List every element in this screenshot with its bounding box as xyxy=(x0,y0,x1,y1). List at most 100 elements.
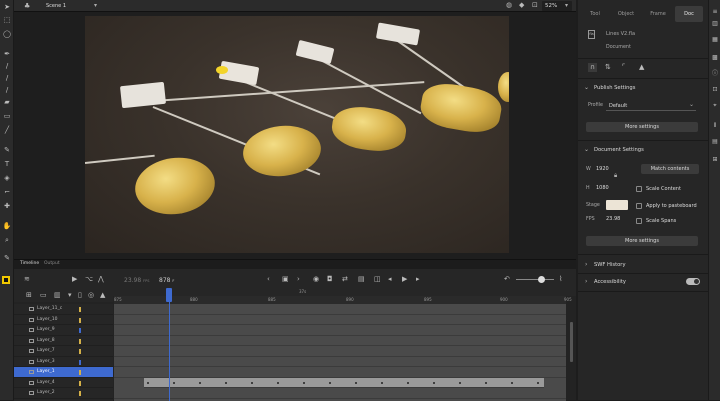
scale-spans-checkbox[interactable] xyxy=(636,218,642,224)
info-panel-icon[interactable]: ⓘ xyxy=(711,70,719,78)
paint-bucket-tool-icon[interactable]: ◈ xyxy=(2,174,12,183)
keyframe-marker[interactable] xyxy=(407,381,409,384)
layer-name[interactable]: Layer_2 xyxy=(37,388,55,398)
align-panel-icon[interactable]: ⫴ xyxy=(711,122,719,130)
hand-tool-icon[interactable]: ✋ xyxy=(2,222,12,231)
layer-name[interactable]: Layer_9 xyxy=(37,325,55,335)
selection-tool-icon[interactable]: ➤ xyxy=(2,3,12,12)
publish-more-settings-button[interactable]: More settings xyxy=(586,122,698,132)
outline-icon[interactable]: ▯ xyxy=(78,291,82,300)
frame-row[interactable] xyxy=(114,325,566,336)
subselection-tool-icon[interactable]: ⬚ xyxy=(2,16,12,25)
keyframe-marker[interactable] xyxy=(329,381,331,384)
bone-tool-icon[interactable]: ✚ xyxy=(2,202,12,211)
keyframe-marker[interactable] xyxy=(303,381,305,384)
frame-size-slider-handle[interactable] xyxy=(538,276,545,283)
accessibility-toggle[interactable] xyxy=(686,278,700,285)
layer-color-swatch[interactable] xyxy=(79,349,81,354)
transform-panel-icon[interactable]: ⊡ xyxy=(711,86,719,94)
zoom-tool-icon[interactable]: ⌕ xyxy=(2,236,12,245)
tab-doc[interactable]: Doc xyxy=(675,6,703,22)
layer-color-swatch[interactable] xyxy=(79,370,81,375)
timeline-scrollbar[interactable] xyxy=(570,322,573,362)
onion-skin-icon[interactable]: ◉ xyxy=(313,275,319,284)
tab-tool[interactable]: Tool xyxy=(580,6,610,22)
play-icon[interactable]: ▶ xyxy=(402,275,407,284)
frame-row[interactable] xyxy=(114,357,566,367)
fps-value-field[interactable]: 23.98 xyxy=(606,216,620,222)
layer-row[interactable]: Layer_1 xyxy=(14,367,113,378)
layer-row[interactable]: Layer_10 xyxy=(14,315,113,325)
visibility-icon[interactable]: ◎ xyxy=(88,291,94,300)
keyframe-marker[interactable] xyxy=(485,381,487,384)
eyedropper-tool-icon[interactable]: ⌐ xyxy=(2,188,12,197)
pen-tool-icon[interactable]: ✒ xyxy=(2,50,12,59)
properties-panel-icon[interactable]: ≡ xyxy=(711,8,719,16)
paint-brush-tool-icon[interactable]: / xyxy=(2,74,12,83)
tween-icon[interactable]: ⇄ xyxy=(342,275,348,284)
layer-row[interactable]: Layer_8 xyxy=(14,336,113,346)
loop-icon[interactable]: ◫ xyxy=(374,275,381,284)
library-panel-icon[interactable]: ▥ xyxy=(711,20,719,28)
insert-frame-icon[interactable]: ▤ xyxy=(358,275,365,284)
lock-icon[interactable]: ▲ xyxy=(100,291,105,300)
layer-color-swatch[interactable] xyxy=(79,391,81,396)
layer-row[interactable]: Layer_3 xyxy=(14,357,113,367)
line-tool-icon[interactable]: ╱ xyxy=(2,126,12,135)
fill-color-swatch[interactable] xyxy=(2,276,10,284)
snap-icon[interactable]: ∩ xyxy=(588,63,598,72)
edit-multiple-frames-icon[interactable]: ◘ xyxy=(327,275,333,284)
frame-row[interactable] xyxy=(114,367,566,378)
scene-dropdown-icon[interactable]: ▾ xyxy=(94,2,97,9)
pencil-tool-icon[interactable]: ✎ xyxy=(2,146,12,155)
tab-output[interactable]: Output xyxy=(44,261,60,266)
highlight-layer-icon[interactable]: ▾ xyxy=(68,291,72,300)
stage-color-swatch[interactable] xyxy=(606,200,628,210)
step-back-icon[interactable]: ◂ xyxy=(388,275,392,284)
stage-photo[interactable] xyxy=(85,16,509,253)
accessibility-header[interactable]: Accessibility xyxy=(594,279,626,285)
keyframe-marker[interactable] xyxy=(277,381,279,384)
components-panel-icon[interactable]: ▤ xyxy=(711,138,719,146)
layer-row[interactable]: Layer_4 xyxy=(14,378,113,388)
scene-label[interactable]: Scene 1 xyxy=(46,3,66,9)
keyframe-marker[interactable] xyxy=(511,381,513,384)
scene-icon[interactable]: ♣ xyxy=(24,2,30,10)
frame-row[interactable] xyxy=(114,388,566,399)
frame-row[interactable] xyxy=(114,315,566,325)
layer-name[interactable]: Layer_8 xyxy=(37,336,55,346)
brush-tool-icon[interactable]: / xyxy=(2,62,12,71)
edit-symbols-icon[interactable]: ◆ xyxy=(519,1,524,9)
keyframe-marker[interactable] xyxy=(355,381,357,384)
step-forward-icon[interactable]: ▸ xyxy=(416,275,420,284)
keyframe-marker[interactable] xyxy=(199,381,201,384)
lock-guides-icon[interactable]: ▲ xyxy=(639,63,644,72)
keyframe-marker[interactable] xyxy=(251,381,253,384)
lasso-tool-icon[interactable]: ◯ xyxy=(2,30,12,39)
layer-color-swatch[interactable] xyxy=(79,307,81,312)
keyframe-marker[interactable] xyxy=(433,381,435,384)
center-stage-icon[interactable]: ⊡ xyxy=(532,1,538,9)
eraser-tool-icon[interactable]: ▰ xyxy=(2,98,12,107)
keyframe-marker[interactable] xyxy=(173,381,175,384)
zoom-select[interactable]: 52% ▾ xyxy=(542,1,572,11)
publish-settings-chevron-icon[interactable]: ⌄ xyxy=(584,83,589,92)
motion-presets-icon[interactable]: ⌖ xyxy=(711,102,719,110)
undo-zoom-icon[interactable]: ↶ xyxy=(504,275,510,284)
link-dimensions-icon[interactable]: 🔒︎ xyxy=(614,172,617,180)
new-layer-icon[interactable]: ⊞ xyxy=(26,291,32,300)
frame-size-slider[interactable] xyxy=(516,279,554,280)
playhead-handle[interactable] xyxy=(166,288,172,302)
align-icon[interactable]: ⇅ xyxy=(605,63,611,72)
stroke-color-icon[interactable]: ✎ xyxy=(2,254,12,263)
layer-depth-icon[interactable]: ⌥ xyxy=(85,275,93,284)
layer-row[interactable]: Layer_9 xyxy=(14,325,113,336)
layer-name[interactable]: Layer_3 xyxy=(37,357,55,367)
camera-icon[interactable]: ▶ xyxy=(72,275,77,284)
layer-color-swatch[interactable] xyxy=(79,317,81,323)
edges-icon[interactable]: ⌜ xyxy=(622,63,625,72)
history-panel-icon[interactable]: ⊞ xyxy=(711,156,719,164)
frame-row[interactable] xyxy=(144,377,544,388)
document-settings-chevron-icon[interactable]: ⌄ xyxy=(584,145,589,154)
tab-frame[interactable]: Frame xyxy=(642,6,674,22)
